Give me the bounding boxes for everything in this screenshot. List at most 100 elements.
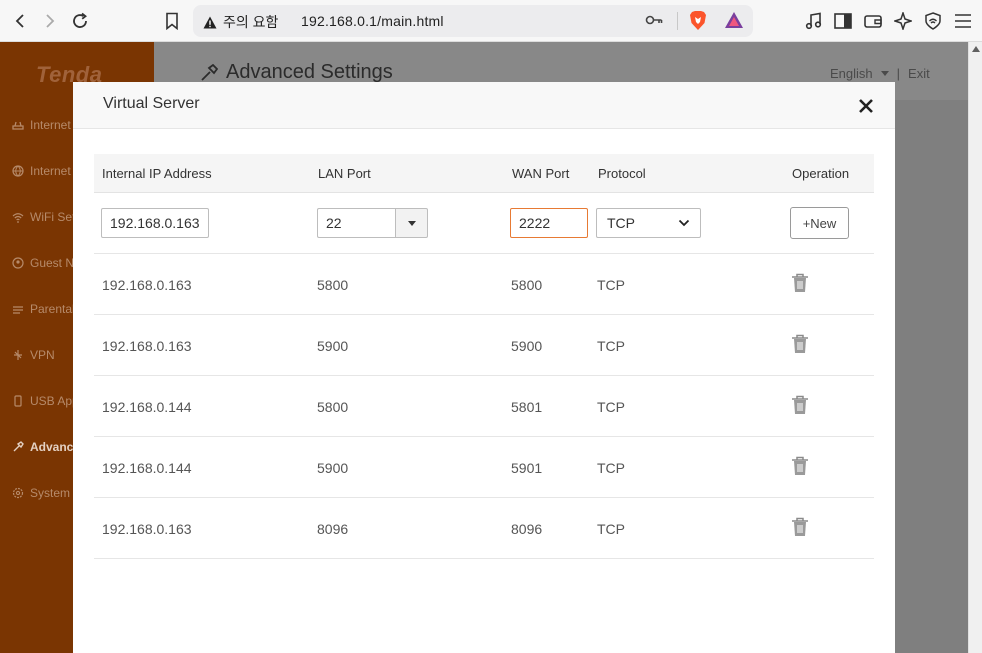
sidebar-item-vpn[interactable]: VPN	[12, 348, 74, 362]
sidebar-item-advanced[interactable]: Advanced	[12, 440, 74, 454]
sidebar-item-label: USB Application	[30, 394, 74, 408]
delete-trash-icon[interactable]	[791, 273, 809, 293]
delete-trash-icon[interactable]	[791, 517, 809, 537]
bookmark-icon	[166, 12, 178, 30]
address-bar[interactable]: 주의 요함 192.168.0.1/main.html	[193, 5, 753, 37]
table-row: 192.168.0.163 5800 5800 TCP	[94, 254, 874, 315]
row-ip: 192.168.0.163	[102, 521, 192, 537]
sidebar-item-label: Advanced	[30, 440, 74, 454]
sidebar-item-internet-status[interactable]: Internet Status	[12, 164, 74, 178]
wallet-button[interactable]	[862, 10, 884, 32]
lan-port-input[interactable]	[317, 208, 395, 238]
sidebar-item-parental-control[interactable]: Parental Control	[12, 302, 74, 316]
key-icon	[645, 15, 663, 25]
close-button[interactable]	[857, 97, 875, 115]
router-icon	[12, 119, 24, 131]
chevron-right-icon	[46, 14, 55, 28]
warning-icon	[203, 16, 217, 28]
url-text[interactable]: 192.168.0.1/main.html	[301, 13, 444, 29]
language-selector[interactable]: English	[830, 66, 873, 81]
delete-trash-icon[interactable]	[791, 334, 809, 354]
sidebar-item-label: Guest Network	[30, 256, 74, 270]
password-key-button[interactable]	[645, 13, 663, 32]
sidebar-item-usb-application[interactable]: USB Application	[12, 394, 74, 408]
table-row: 192.168.0.144 5800 5801 TCP	[94, 376, 874, 437]
row-ip: 192.168.0.163	[102, 338, 192, 354]
lan-port-dropdown-button[interactable]	[395, 208, 428, 238]
row-lan-port: 8096	[317, 521, 349, 537]
tools-icon	[201, 63, 218, 81]
guest-icon	[12, 257, 24, 269]
sidebar-toggle-button[interactable]	[832, 10, 854, 32]
row-ip: 192.168.0.144	[102, 399, 192, 415]
sidebar-item-label: Parental Control	[30, 302, 74, 316]
internal-ip-input[interactable]	[101, 208, 209, 238]
header-divider: |	[896, 66, 901, 81]
leo-ai-button[interactable]	[892, 10, 914, 32]
sidebar-item-label: WiFi Settings	[30, 210, 74, 224]
brave-shields-button[interactable]	[689, 10, 707, 36]
row-lan-port: 5800	[317, 399, 349, 415]
header-protocol: Protocol	[598, 166, 646, 181]
sidebar-item-system[interactable]: System	[12, 486, 74, 500]
wan-port-input[interactable]	[510, 208, 588, 238]
table-header: Internal IP Address LAN Port WAN Port Pr…	[94, 154, 874, 193]
header-wan-port: WAN Port	[512, 166, 570, 181]
row-lan-port: 5800	[317, 277, 349, 293]
virtual-server-table: Internal IP Address LAN Port WAN Port Pr…	[94, 154, 874, 559]
page-title-text: Advanced Settings	[226, 61, 393, 83]
browser-toolbar: 주의 요함 192.168.0.1/main.html	[0, 0, 982, 42]
sidebar-item-label: Internet Settings	[30, 118, 74, 132]
dialog-header: Virtual Server	[73, 82, 895, 129]
delete-trash-icon[interactable]	[791, 456, 809, 476]
header-ip: Internal IP Address	[102, 166, 212, 181]
page-scrollbar[interactable]	[968, 42, 982, 653]
add-new-button[interactable]: +New	[790, 207, 849, 239]
row-protocol: TCP	[597, 460, 625, 476]
wrench-icon	[12, 441, 24, 453]
protocol-select[interactable]: TCP	[596, 208, 701, 238]
bookmark-button[interactable]	[160, 9, 184, 33]
brave-rewards-button[interactable]	[724, 11, 744, 34]
virtual-server-dialog: Virtual Server Internal IP Address LAN P…	[73, 82, 895, 653]
parental-icon	[12, 303, 24, 315]
scroll-up-icon[interactable]	[972, 46, 980, 52]
table-row: 192.168.0.163 8096 8096 TCP	[94, 498, 874, 559]
sidebar-item-wifi-settings[interactable]: WiFi Settings	[12, 210, 74, 224]
wifi-icon	[12, 211, 24, 223]
table-row: 192.168.0.144 5900 5901 TCP	[94, 437, 874, 498]
music-note-icon	[805, 12, 822, 30]
page-title: Advanced Settings	[200, 61, 393, 84]
menu-button[interactable]	[952, 10, 974, 32]
back-button[interactable]	[8, 9, 32, 33]
row-wan-port: 5801	[511, 399, 543, 415]
sidebar-item-label: VPN	[30, 348, 55, 362]
row-lan-port: 5900	[317, 460, 349, 476]
sidebar-item-guest-network[interactable]: Guest Network	[12, 256, 74, 270]
sidebar-item-label: System	[30, 486, 71, 500]
row-protocol: TCP	[597, 521, 625, 537]
row-lan-port: 5900	[317, 338, 349, 354]
sparkle-icon	[894, 12, 912, 30]
language-caret-icon	[880, 71, 889, 76]
gear-icon	[12, 487, 24, 499]
security-warning-text: 주의 요함	[223, 14, 279, 30]
brave-lion-icon	[690, 11, 706, 30]
media-button[interactable]	[803, 10, 825, 32]
delete-trash-icon[interactable]	[791, 395, 809, 415]
security-warning[interactable]: 주의 요함	[203, 12, 278, 32]
chevron-down-icon	[407, 220, 416, 226]
reload-icon	[73, 12, 87, 28]
globe-icon	[12, 165, 24, 177]
sidebar-panel-icon	[834, 13, 852, 29]
vpn-icon	[12, 349, 24, 361]
reload-button[interactable]	[68, 9, 92, 33]
chevron-left-icon	[15, 14, 24, 28]
usb-icon	[12, 395, 24, 407]
exit-link[interactable]: Exit	[908, 66, 930, 81]
wallet-icon	[864, 15, 882, 28]
forward-button[interactable]	[38, 9, 62, 33]
vpn-shield-button[interactable]	[922, 10, 944, 32]
row-wan-port: 5800	[511, 277, 543, 293]
sidebar-item-internet-settings[interactable]: Internet Settings	[12, 118, 74, 132]
